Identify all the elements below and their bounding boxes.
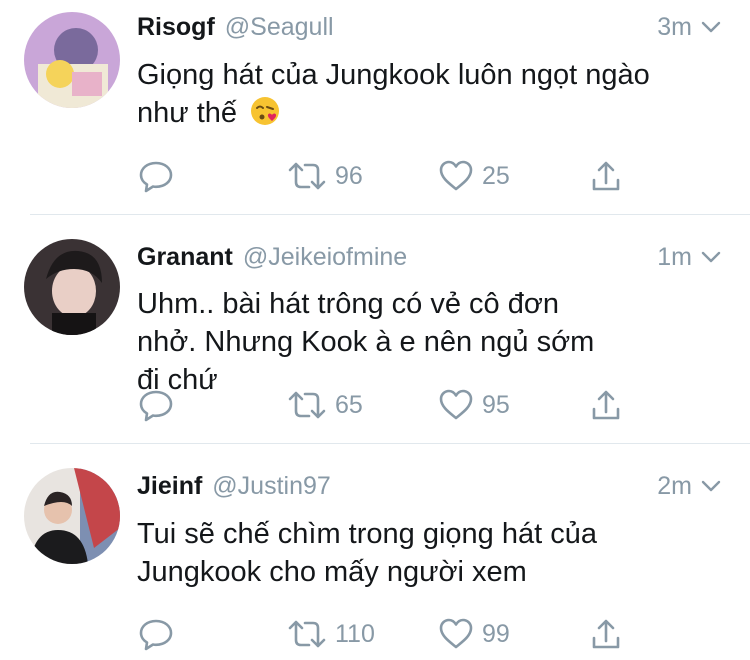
tweet-text-line: như thế: [137, 94, 727, 132]
like-button[interactable]: 99: [438, 614, 510, 654]
username[interactable]: @Justin97: [212, 472, 331, 501]
timestamp-text[interactable]: 1m: [657, 243, 692, 272]
tweet-text-line: nhở. Nhưng Kook à e nên ngủ sớm: [137, 326, 595, 358]
retweet-button[interactable]: 65: [287, 385, 363, 425]
retweet-count: 110: [335, 619, 375, 648]
avatar[interactable]: [24, 239, 120, 335]
timestamp[interactable]: 3m: [657, 13, 722, 42]
share-button[interactable]: [590, 614, 622, 654]
username[interactable]: @Seagull: [225, 13, 334, 42]
share-icon: [592, 161, 620, 191]
chevron-down-icon[interactable]: [700, 475, 722, 497]
chevron-down-icon[interactable]: [700, 16, 722, 38]
retweet-icon: [288, 620, 326, 648]
like-icon: [439, 618, 473, 649]
like-icon: [439, 389, 473, 420]
reply-button[interactable]: [138, 614, 174, 654]
tweet-actions: 96 25: [0, 156, 750, 196]
tweet[interactable]: Granant @Jeikeiofmine 1m Uhm.. bài hát t…: [0, 215, 750, 443]
tweet[interactable]: Jieinf @Justin97 2m Tui sẽ chế chìm tron…: [0, 444, 750, 660]
timestamp[interactable]: 2m: [657, 472, 722, 501]
display-name[interactable]: Granant: [137, 243, 233, 272]
tweet-text-line: Uhm.. bài hát trông có vẻ cô đơn: [137, 288, 560, 320]
share-icon: [592, 390, 620, 420]
display-name[interactable]: Risogf: [137, 13, 215, 42]
retweet-icon: [288, 162, 326, 190]
like-button[interactable]: 25: [438, 156, 510, 196]
timestamp[interactable]: 1m: [657, 243, 722, 272]
tweet[interactable]: Risogf @Seagull 3m Giọng hát của Jungkoo…: [0, 0, 750, 214]
timestamp-text[interactable]: 3m: [657, 13, 692, 42]
tweet-text: Giọng hát của Jungkook luôn ngọt ngào nh…: [137, 56, 727, 132]
retweet-count: 65: [335, 390, 363, 419]
timestamp-text[interactable]: 2m: [657, 472, 692, 501]
tweet-text-line: Giọng hát của Jungkook luôn ngọt ngào: [137, 59, 650, 91]
share-icon: [592, 619, 620, 649]
tweet-text-fragment: như thế: [137, 97, 238, 129]
reply-button[interactable]: [138, 385, 174, 425]
share-button[interactable]: [590, 156, 622, 196]
like-count: 25: [482, 161, 510, 190]
share-button[interactable]: [590, 385, 622, 425]
like-icon: [439, 160, 473, 191]
chevron-down-icon[interactable]: [700, 246, 722, 268]
username[interactable]: @Jeikeiofmine: [243, 243, 407, 272]
like-button[interactable]: 95: [438, 385, 510, 425]
like-count: 95: [482, 390, 510, 419]
reply-icon: [139, 619, 173, 651]
like-count: 99: [482, 619, 510, 648]
tweet-actions: 110 99: [0, 614, 750, 654]
tweet-text-line: Jungkook cho mấy người xem: [137, 556, 527, 588]
reply-button[interactable]: [138, 156, 174, 196]
tweet-text-line: Tui sẽ chế chìm trong giọng hát của: [137, 518, 597, 550]
retweet-button[interactable]: 110: [287, 614, 375, 654]
retweet-icon: [288, 391, 326, 419]
tweet-text: Uhm.. bài hát trông có vẻ cô đơn nhở. Nh…: [137, 285, 727, 399]
tweet-actions: 65 95: [0, 385, 750, 425]
reply-icon: [139, 390, 173, 422]
retweet-count: 96: [335, 161, 363, 190]
retweet-button[interactable]: 96: [287, 156, 363, 196]
kissing-face-icon: [251, 97, 280, 125]
tweet-text: Tui sẽ chế chìm trong giọng hát của Jung…: [137, 515, 727, 591]
display-name[interactable]: Jieinf: [137, 472, 202, 501]
avatar[interactable]: [24, 468, 120, 564]
reply-icon: [139, 161, 173, 193]
avatar[interactable]: [24, 12, 120, 108]
